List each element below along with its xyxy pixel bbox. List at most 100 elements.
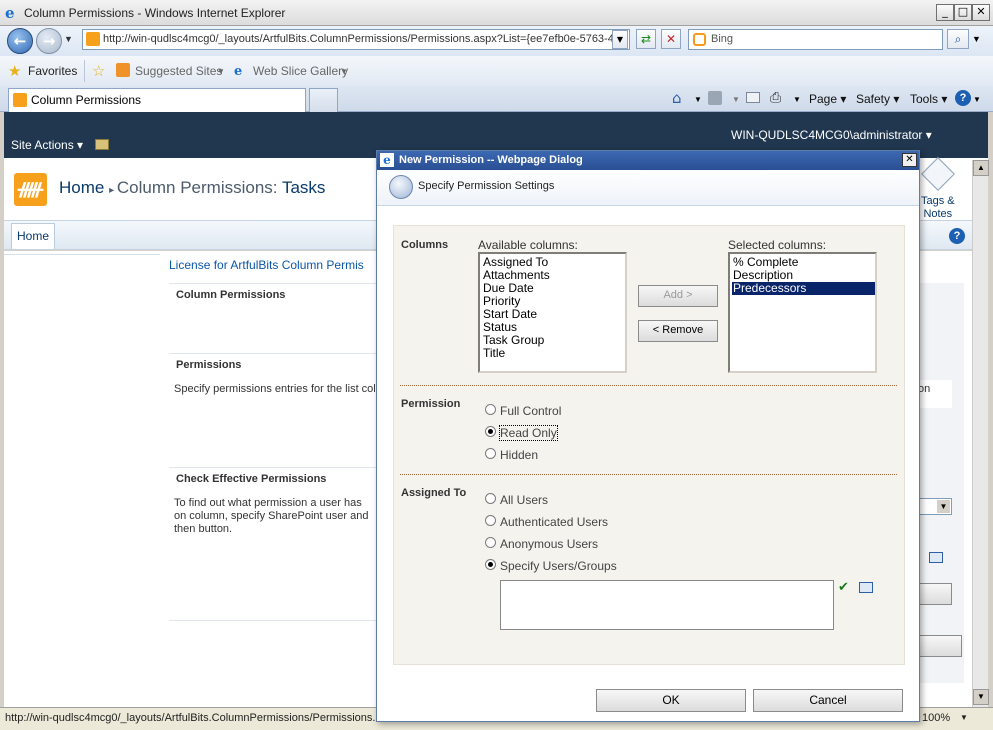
right-button-2[interactable]	[918, 635, 962, 657]
radio-hidden[interactable]	[485, 448, 496, 459]
back-button[interactable]: ←	[7, 28, 33, 54]
search-placeholder: Bing	[711, 33, 734, 45]
search-options-icon[interactable]: ▼	[972, 34, 981, 44]
section-divider	[169, 467, 384, 468]
address-book-icon[interactable]	[929, 552, 943, 563]
all-users-label[interactable]: All Users	[500, 493, 548, 507]
search-icon[interactable]: ⌕	[947, 29, 969, 49]
page-scrollbar[interactable]: ▲ ▼	[972, 160, 989, 707]
print-dropdown-icon[interactable]: ▼	[793, 95, 801, 104]
dialog-close-button[interactable]: ✕	[902, 153, 917, 167]
zoom-level[interactable]: 100%	[922, 708, 950, 728]
nav-home-tab[interactable]: Home	[11, 223, 55, 249]
hidden-label[interactable]: Hidden	[500, 448, 538, 462]
suggested-sites-dropdown-icon[interactable]: ▼	[217, 67, 225, 76]
favorites-button[interactable]: Favorites	[28, 64, 77, 78]
radio-anonymous-users[interactable]	[485, 537, 496, 548]
assigned-to-label: Assigned To	[401, 487, 467, 499]
help-dropdown-icon[interactable]: ▼	[973, 95, 981, 104]
radio-full-control[interactable]	[485, 404, 496, 415]
sp-help-icon[interactable]: ?	[949, 228, 965, 244]
ok-button[interactable]: OK	[596, 689, 746, 712]
breadcrumb-home[interactable]: Home	[59, 178, 104, 197]
radio-read-only[interactable]	[485, 426, 496, 437]
right-panel-box: on	[918, 380, 952, 408]
site-actions-menu[interactable]: Site Actions ▾	[11, 138, 83, 152]
feeds-icon[interactable]	[708, 91, 722, 105]
specify-users-label[interactable]: Specify Users/Groups	[500, 559, 617, 573]
radio-all-users[interactable]	[485, 493, 496, 504]
list-item-selected[interactable]: Predecessors	[732, 282, 875, 295]
browse-directory-icon[interactable]	[859, 582, 873, 593]
safety-menu[interactable]: Safety ▾	[856, 92, 899, 106]
tags-notes-button[interactable]: Tags & Notes	[921, 195, 955, 221]
suggested-sites-link[interactable]: Suggested Sites	[135, 64, 222, 78]
address-dropdown-button[interactable]: ▼	[612, 30, 628, 49]
people-picker-input[interactable]	[500, 580, 834, 630]
refresh-button[interactable]: ⇄	[636, 29, 656, 49]
home-dropdown-icon[interactable]: ▼	[694, 95, 702, 104]
settings-icon	[389, 175, 413, 199]
list-item[interactable]: Title	[482, 347, 625, 360]
full-control-label[interactable]: Full Control	[500, 404, 561, 418]
user-menu[interactable]: WIN-QUDLSC4MCG0\administrator ▾	[731, 128, 932, 142]
window-title: Column Permissions - Windows Internet Ex…	[24, 6, 286, 20]
page-menu[interactable]: Page ▾	[809, 92, 846, 106]
license-link[interactable]: License for ArtfulBits Column Permis	[169, 258, 364, 272]
scroll-down-icon[interactable]: ▼	[973, 689, 989, 705]
ie-logo-icon: e	[5, 4, 15, 22]
breadcrumb-list: Tasks	[281, 178, 326, 197]
section-divider	[400, 385, 897, 386]
web-slice-dropdown-icon[interactable]: ▼	[340, 67, 348, 76]
address-input[interactable]: http://win-qudlsc4mcg0/_layouts/ArtfulBi…	[82, 29, 630, 50]
radio-specify-users[interactable]	[485, 559, 496, 570]
home-icon[interactable]: ⌂	[672, 89, 682, 107]
selected-columns-list[interactable]: % Complete Description Predecessors	[728, 252, 877, 373]
close-window-button[interactable]: ✕	[972, 4, 990, 21]
add-button[interactable]: Add >	[638, 285, 718, 307]
history-dropdown-icon[interactable]: ▼	[64, 34, 73, 44]
left-nav	[4, 251, 160, 255]
right-button[interactable]	[918, 583, 952, 605]
section-title-check-effective: Check Effective Permissions	[176, 473, 327, 485]
selected-columns-label: Selected columns:	[728, 238, 827, 252]
suggested-sites-icon	[116, 63, 130, 77]
dialog-ie-icon: e	[380, 153, 394, 167]
tab-favicon-icon	[13, 93, 27, 107]
authenticated-users-label[interactable]: Authenticated Users	[500, 515, 608, 529]
right-select-dropdown[interactable]: ▼	[918, 498, 952, 515]
tab-title: Column Permissions	[31, 93, 142, 107]
anonymous-users-label[interactable]: Anonymous Users	[500, 537, 598, 551]
web-slice-gallery-link[interactable]: Web Slice Gallery	[253, 64, 348, 78]
tab-column-permissions[interactable]: Column Permissions	[8, 88, 306, 112]
bing-logo-icon	[693, 33, 706, 46]
breadcrumb-page: Column Permissions:	[116, 178, 282, 197]
scroll-up-icon[interactable]: ▲	[973, 160, 989, 176]
zoom-dropdown-icon[interactable]: ▼	[960, 708, 968, 728]
radio-authenticated-users[interactable]	[485, 515, 496, 526]
navigate-up-icon[interactable]	[95, 139, 109, 150]
minimize-button[interactable]: _	[936, 4, 954, 21]
stop-button[interactable]: ✕	[661, 29, 681, 49]
maximize-button[interactable]: □	[954, 4, 972, 21]
search-input[interactable]: Bing	[688, 29, 943, 50]
address-url: http://win-qudlsc4mcg0/_layouts/ArtfulBi…	[103, 33, 620, 45]
mail-icon[interactable]	[746, 92, 760, 103]
tools-menu[interactable]: Tools ▾	[910, 92, 947, 106]
forward-button[interactable]: →	[36, 28, 62, 54]
new-tab-button[interactable]	[309, 88, 338, 112]
remove-button[interactable]: < Remove	[638, 320, 718, 342]
feeds-dropdown-icon[interactable]: ▼	[732, 95, 740, 104]
add-favorite-icon[interactable]: ☆	[92, 62, 105, 80]
available-columns-list[interactable]: Assigned To Attachments Due Date Priorit…	[478, 252, 627, 373]
dialog-title-bar: New Permission -- Webpage Dialog	[377, 151, 919, 170]
read-only-label[interactable]: Read Only	[499, 425, 558, 441]
check-names-icon[interactable]: ✔	[838, 580, 849, 595]
cancel-button[interactable]: Cancel	[753, 689, 903, 712]
section-divider	[169, 620, 384, 621]
help-icon[interactable]: ?	[955, 90, 971, 106]
breadcrumb-separator-icon: ▸	[109, 185, 117, 196]
site-logo-icon[interactable]: ᚏ	[14, 173, 47, 206]
section-title-permissions: Permissions	[176, 359, 242, 371]
print-icon[interactable]: ⎙	[770, 90, 781, 106]
